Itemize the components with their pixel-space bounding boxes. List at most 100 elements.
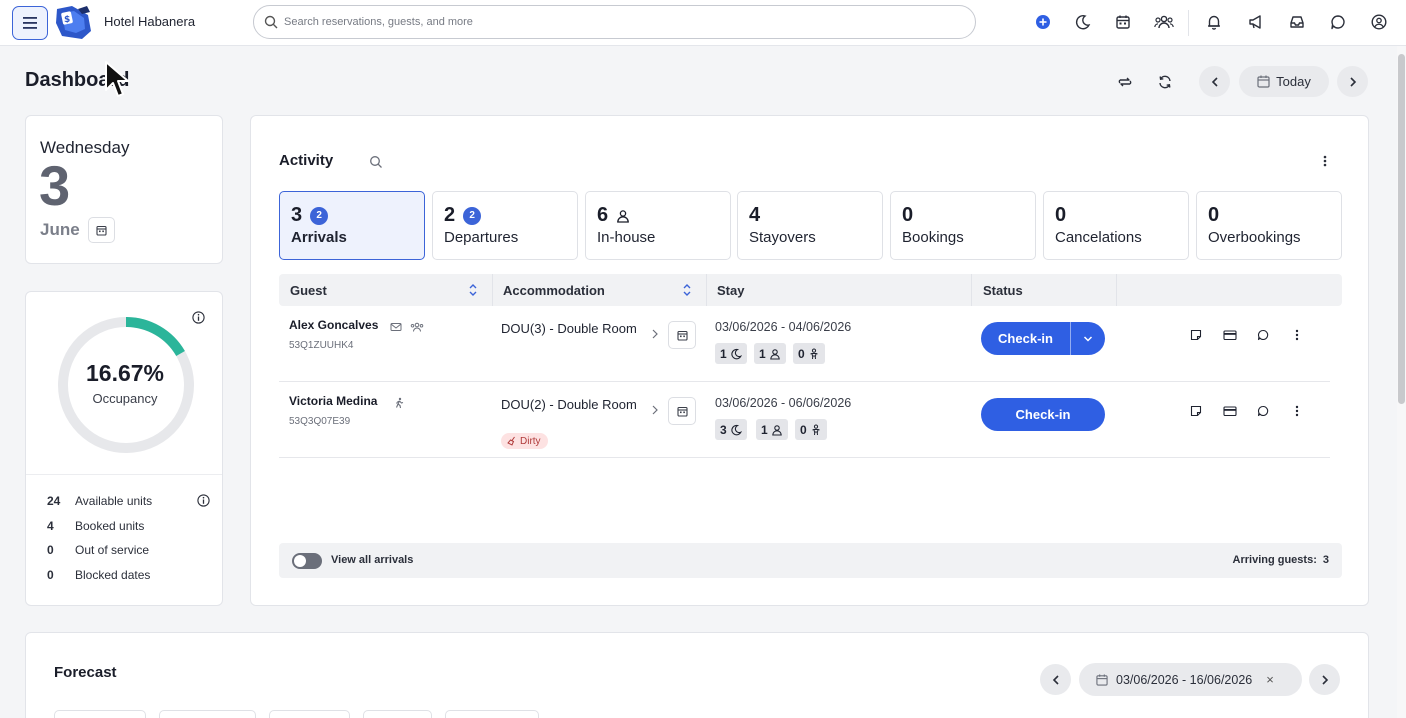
user-account-icon[interactable] [1370,13,1388,31]
tab-count: 2 [444,204,456,226]
previous-day-button[interactable] [1199,66,1230,97]
tab-cancelations[interactable]: 0 Cancelations [1043,191,1189,260]
chevron-down-icon [1083,335,1093,342]
occupancy-card: 16.67% Occupancy 24 Available units 4 Bo… [25,291,223,606]
sort-icon[interactable] [682,283,692,297]
guests-icon[interactable] [1154,13,1174,31]
search-bar[interactable] [253,5,976,39]
menu-button[interactable] [12,6,48,40]
tab-stayovers[interactable]: 4 Stayovers [737,191,883,260]
today-button[interactable]: Today [1239,66,1329,97]
refresh-icon [1159,75,1171,89]
table-row[interactable]: Victoria Medina 53Q3Q07E39 DOU(2) - Doub… [279,382,1330,458]
view-all-label: View all arrivals [331,554,414,566]
adults-pill: 1 [756,419,788,440]
forecast-tile[interactable] [269,710,350,718]
bell-icon[interactable] [1205,13,1223,31]
guest-name[interactable]: Victoria Medina [289,394,377,408]
payment-card-icon[interactable] [1223,404,1237,418]
person-icon [617,209,629,223]
check-in-button[interactable]: Check-in [981,398,1105,431]
forecast-next-button[interactable] [1309,664,1340,695]
tab-label: Arrivals [291,229,347,246]
megaphone-icon[interactable] [1247,13,1265,31]
row-more-menu[interactable] [1290,404,1304,418]
next-day-button[interactable] [1337,66,1368,97]
clear-icon[interactable]: × [1266,672,1274,687]
reservation-code: 53Q1ZUUHK4 [289,340,354,351]
stay-dates: 03/06/2026 - 04/06/2026 [715,320,852,334]
forecast-tile[interactable] [159,710,256,718]
message-icon[interactable] [1256,404,1270,418]
add-icon[interactable] [1034,13,1052,31]
arriving-guests-count: 3 [1322,554,1329,566]
tab-arrivals[interactable]: 32 Arrivals [279,191,425,260]
day-number: 3 [39,154,71,217]
forecast-tile[interactable] [363,710,432,718]
forecast-tile[interactable] [54,710,146,718]
chat-icon[interactable] [1329,13,1347,31]
search-icon[interactable] [369,155,383,169]
refresh-button[interactable] [1150,66,1180,98]
swap-button[interactable] [1110,66,1140,98]
top-bar: $ Hotel Habanera [0,0,1406,46]
person-icon [769,348,780,360]
sort-icon[interactable] [468,283,478,297]
info-icon[interactable] [197,494,210,507]
check-in-options-button[interactable] [1071,322,1105,355]
calendar-icon[interactable] [1114,13,1132,31]
tab-label: Cancelations [1055,229,1142,246]
search-input[interactable] [284,16,944,28]
date-picker-button[interactable] [88,217,115,243]
column-accommodation[interactable]: Accommodation [503,283,605,298]
children-pill: 0 [795,419,827,440]
stat-value: 0 [47,543,54,557]
housekeeping-status: Dirty [520,435,541,447]
tab-label: Bookings [902,229,964,246]
calendar-icon [1257,75,1270,88]
chevron-right-icon[interactable] [651,329,659,339]
moon-icon[interactable] [1074,13,1092,31]
info-icon[interactable] [192,311,205,324]
hotel-name[interactable]: Hotel Habanera [104,14,195,29]
inbox-icon[interactable] [1288,13,1306,31]
moon-icon [731,424,742,435]
accommodation-name[interactable]: DOU(3) - Double Room [501,322,641,335]
row-more-menu[interactable] [1290,328,1304,342]
room-calendar-button[interactable] [668,321,696,349]
today-label: Today [1276,74,1311,89]
tab-bookings[interactable]: 0 Bookings [890,191,1036,260]
check-in-button[interactable]: Check-in [981,322,1070,355]
chevron-right-icon[interactable] [651,405,659,415]
stat-booked-units: 4 Booked units [47,519,144,533]
activity-more-menu[interactable] [1317,153,1333,169]
view-all-toggle[interactable] [292,553,322,569]
room-calendar-button[interactable] [668,397,696,425]
stay-dates: 03/06/2026 - 06/06/2026 [715,396,852,410]
forecast-tile[interactable] [445,710,539,718]
calendar-icon [96,225,107,236]
stat-value: 24 [47,494,61,508]
note-icon[interactable] [1189,328,1203,342]
column-guest[interactable]: Guest [290,283,327,298]
guest-name[interactable]: Alex Goncalves [289,318,378,332]
message-icon[interactable] [1256,328,1270,342]
accommodation-name[interactable]: DOU(2) - Double Room [501,398,641,411]
column-divider [706,274,707,306]
payment-card-icon[interactable] [1223,328,1237,342]
page-scrollbar[interactable] [1397,46,1406,718]
tab-overbookings[interactable]: 0 Overbookings [1196,191,1342,260]
children-count: 0 [798,346,805,361]
column-status: Status [983,283,1023,298]
scrollbar-thumb[interactable] [1398,54,1405,404]
tab-in-house[interactable]: 6 In-house [585,191,731,260]
tab-departures[interactable]: 22 Departures [432,191,578,260]
column-stay: Stay [717,283,745,298]
calendar-icon [676,330,688,341]
forecast-date-range[interactable]: 03/06/2026 - 16/06/2026 × [1079,663,1302,696]
note-icon[interactable] [1189,404,1203,418]
arriving-guests-label: Arriving guests: [1232,554,1317,566]
forecast-previous-button[interactable] [1040,664,1071,695]
housekeeping-status-badge: Dirty [501,433,548,449]
table-row[interactable]: Alex Goncalves 53Q1ZUUHK4 DOU(3) - Doubl… [279,306,1330,382]
